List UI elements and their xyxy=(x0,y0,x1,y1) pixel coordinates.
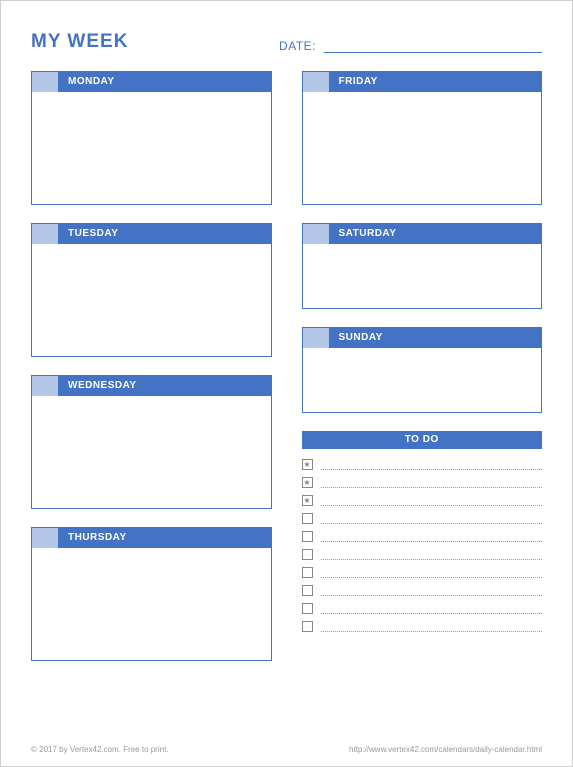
todo-row: ★ xyxy=(302,495,543,506)
checkbox-icon[interactable] xyxy=(302,585,313,596)
todo-input-line[interactable] xyxy=(321,550,543,560)
date-input-line[interactable] xyxy=(324,39,542,53)
todo-row xyxy=(302,531,543,542)
star-icon[interactable]: ★ xyxy=(302,459,313,470)
day-body-wednesday[interactable] xyxy=(32,396,271,508)
footer-url: http://www.vertex42.com/calendars/daily-… xyxy=(349,745,542,754)
day-block-tuesday: TUESDAY xyxy=(31,223,272,357)
date-label: DATE: xyxy=(279,39,316,53)
todo-row xyxy=(302,567,543,578)
checkbox-icon[interactable] xyxy=(302,549,313,560)
left-column: MONDAY TUESDAY WEDNESDAY xyxy=(31,71,272,679)
checkbox-icon[interactable] xyxy=(302,513,313,524)
day-block-thursday: THURSDAY xyxy=(31,527,272,661)
day-tab xyxy=(303,328,329,348)
todo-block: TO DO ★ ★ ★ xyxy=(302,431,543,639)
footer-copyright: © 2017 by Vertex42.com. Free to print. xyxy=(31,745,169,754)
day-body-monday[interactable] xyxy=(32,92,271,204)
todo-header: TO DO xyxy=(302,431,543,449)
day-name-monday: MONDAY xyxy=(58,72,115,92)
checkbox-icon[interactable] xyxy=(302,531,313,542)
day-name-wednesday: WEDNESDAY xyxy=(58,376,137,396)
page-title: MY WEEK xyxy=(31,31,128,53)
todo-row xyxy=(302,585,543,596)
day-tab xyxy=(303,72,329,92)
todo-row: ★ xyxy=(302,459,543,470)
day-body-tuesday[interactable] xyxy=(32,244,271,356)
day-tab xyxy=(32,528,58,548)
todo-input-line[interactable] xyxy=(321,586,543,596)
day-body-saturday[interactable] xyxy=(303,244,542,308)
day-block-saturday: SATURDAY xyxy=(302,223,543,309)
day-block-sunday: SUNDAY xyxy=(302,327,543,413)
right-column: FRIDAY SATURDAY SUNDAY TO DO xyxy=(302,71,543,679)
checkbox-icon[interactable] xyxy=(302,621,313,632)
todo-row xyxy=(302,549,543,560)
day-body-friday[interactable] xyxy=(303,92,542,204)
todo-row xyxy=(302,621,543,632)
day-tab xyxy=(32,224,58,244)
footer: © 2017 by Vertex42.com. Free to print. h… xyxy=(31,745,542,754)
day-name-tuesday: TUESDAY xyxy=(58,224,118,244)
checkbox-icon[interactable] xyxy=(302,603,313,614)
todo-input-line[interactable] xyxy=(321,478,543,488)
day-name-saturday: SATURDAY xyxy=(329,224,397,244)
day-tab xyxy=(303,224,329,244)
day-name-sunday: SUNDAY xyxy=(329,328,383,348)
star-icon[interactable]: ★ xyxy=(302,477,313,488)
todo-row xyxy=(302,513,543,524)
header-row: MY WEEK DATE: xyxy=(31,31,542,53)
star-icon[interactable]: ★ xyxy=(302,495,313,506)
day-body-thursday[interactable] xyxy=(32,548,271,660)
todo-input-line[interactable] xyxy=(321,460,543,470)
todo-input-line[interactable] xyxy=(321,514,543,524)
day-block-friday: FRIDAY xyxy=(302,71,543,205)
day-name-friday: FRIDAY xyxy=(329,72,378,92)
todo-input-line[interactable] xyxy=(321,532,543,542)
todo-input-line[interactable] xyxy=(321,496,543,506)
checkbox-icon[interactable] xyxy=(302,567,313,578)
todo-input-line[interactable] xyxy=(321,568,543,578)
todo-row xyxy=(302,603,543,614)
todo-row: ★ xyxy=(302,477,543,488)
day-tab xyxy=(32,376,58,396)
day-block-monday: MONDAY xyxy=(31,71,272,205)
day-body-sunday[interactable] xyxy=(303,348,542,412)
date-group: DATE: xyxy=(279,39,542,53)
day-name-thursday: THURSDAY xyxy=(58,528,127,548)
todo-input-line[interactable] xyxy=(321,604,543,614)
todo-input-line[interactable] xyxy=(321,622,543,632)
day-tab xyxy=(32,72,58,92)
day-block-wednesday: WEDNESDAY xyxy=(31,375,272,509)
